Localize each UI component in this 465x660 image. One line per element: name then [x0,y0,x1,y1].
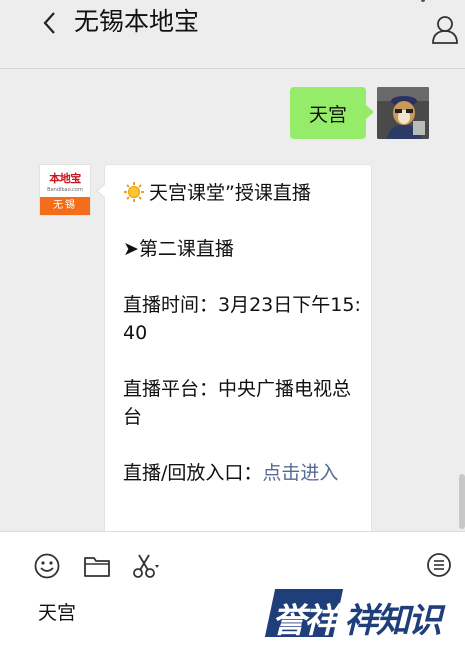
sun-icon [124,182,144,202]
logo-domain: Bendibao.com [47,187,83,193]
chat-title: 无锡本地宝 [74,7,200,36]
chat-header: 无锡本地宝 [0,0,465,69]
user-avatar[interactable] [377,87,429,139]
chat-area[interactable]: 天宫 本地宝 Bendibao.com 无锡 天宫课堂”授课直播 ➤第二课直播 … [0,69,465,531]
logo-text: 本地宝 [49,172,81,185]
chat-scrollbar[interactable] [459,474,465,529]
dog-avatar-image [377,87,429,139]
bendibao-logo: 本地宝 Bendibao.com [40,165,90,197]
incoming-message-bubble[interactable]: 天宫课堂”授课直播 ➤第二课直播 直播时间：3月23日下午15:40 直播平台：… [96,164,372,531]
live-time-line: 直播时间：3月23日下午15:40 [123,294,361,344]
person-icon[interactable] [431,14,459,44]
official-account-avatar[interactable]: 本地宝 Bendibao.com 无锡 [39,164,91,216]
watermark-logo: 誉祥 祥知识 [264,583,450,643]
chevron-left-icon[interactable] [40,10,60,36]
more-dot [421,0,425,2]
emoji-icon[interactable] [33,552,61,580]
chat-history-icon[interactable] [425,552,453,580]
logo-city: 无锡 [40,197,90,215]
outgoing-message-bubble[interactable]: 天宫 [290,87,374,139]
watermark-part2: 祥知识 [344,601,442,641]
replay-entry-line: 直播/回放入口：点击进入 [123,459,367,487]
watermark-part1: 誉祥 [272,601,338,641]
replay-entry-label: 直播/回放入口： [123,462,263,484]
live-title: 天宫课堂”授课直播 [149,182,311,204]
message-input[interactable]: 天宫 [38,598,76,625]
live-platform-line: 直播平台：中央广播电视总台 [123,378,352,428]
click-to-enter-link[interactable]: 点击进入 [262,462,338,484]
lesson-line: ➤第二课直播 [123,238,234,260]
incoming-message-text: 天宫课堂”授课直播 ➤第二课直播 直播时间：3月23日下午15:40 直播平台：… [123,179,367,487]
scissors-icon[interactable] [131,552,159,580]
message-line-title: 天宫课堂”授课直播 [123,179,367,207]
outgoing-message-text: 天宫 [308,103,347,126]
folder-icon[interactable] [83,552,111,580]
